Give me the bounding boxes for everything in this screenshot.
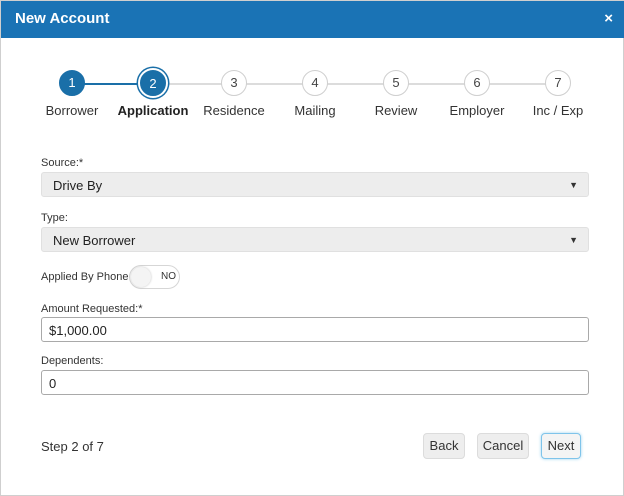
toggle-state-text: NO — [161, 271, 176, 282]
step-review[interactable]: 5 Review — [351, 69, 441, 118]
step-label: Residence — [203, 103, 265, 118]
dependents-input[interactable]: 0 — [41, 370, 589, 395]
toggle-knob — [131, 267, 151, 287]
step-mailing[interactable]: 4 Mailing — [270, 69, 360, 118]
step-number: 2 — [140, 70, 166, 96]
applied-by-phone-toggle[interactable]: NO — [129, 265, 180, 289]
step-number: 6 — [464, 70, 490, 96]
step-label: Review — [374, 103, 418, 118]
step-number: 7 — [545, 70, 571, 96]
type-select[interactable]: New Borrower ▼ — [41, 227, 589, 252]
step-label: Borrower — [45, 103, 99, 118]
chevron-down-icon: ▼ — [569, 180, 578, 190]
dependents-value: 0 — [49, 376, 57, 391]
wizard-stepper: 1 Borrower 2 Application 3 Residence 4 M… — [1, 69, 624, 123]
close-icon[interactable]: × — [604, 10, 613, 28]
type-value: New Borrower — [53, 233, 136, 248]
step-label: Mailing — [294, 103, 336, 118]
step-label: Inc / Exp — [532, 103, 584, 118]
dependents-label: Dependents: — [41, 355, 104, 367]
new-account-dialog: New Account × 1 Borrower 2 Application 3… — [0, 0, 624, 496]
dialog-title: New Account — [15, 10, 110, 27]
step-number: 3 — [221, 70, 247, 96]
step-application[interactable]: 2 Application — [108, 69, 198, 118]
step-inc-exp[interactable]: 7 Inc / Exp — [513, 69, 603, 118]
amount-requested-input[interactable]: $1,000.00 — [41, 317, 589, 342]
back-button[interactable]: Back — [423, 433, 465, 459]
step-number: 4 — [302, 70, 328, 96]
chevron-down-icon: ▼ — [569, 235, 578, 245]
source-label: Source:* — [41, 157, 84, 169]
step-employer[interactable]: 6 Employer — [432, 69, 522, 118]
source-value: Drive By — [53, 178, 103, 193]
dialog-titlebar: New Account × — [1, 1, 624, 38]
step-counter: Step 2 of 7 — [41, 439, 104, 454]
amount-requested-value: $1,000.00 — [49, 323, 107, 338]
amount-requested-label: Amount Requested:* — [41, 303, 143, 315]
applied-by-phone-label: Applied By Phone: — [41, 271, 132, 283]
step-residence[interactable]: 3 Residence — [189, 69, 279, 118]
cancel-button[interactable]: Cancel — [477, 433, 529, 459]
step-label: Application — [117, 103, 189, 118]
step-label: Employer — [449, 103, 505, 118]
source-select[interactable]: Drive By ▼ — [41, 172, 589, 197]
step-number: 1 — [59, 70, 85, 96]
type-label: Type: — [41, 212, 68, 224]
step-borrower[interactable]: 1 Borrower — [27, 69, 117, 118]
step-number: 5 — [383, 70, 409, 96]
next-button[interactable]: Next — [541, 433, 581, 459]
